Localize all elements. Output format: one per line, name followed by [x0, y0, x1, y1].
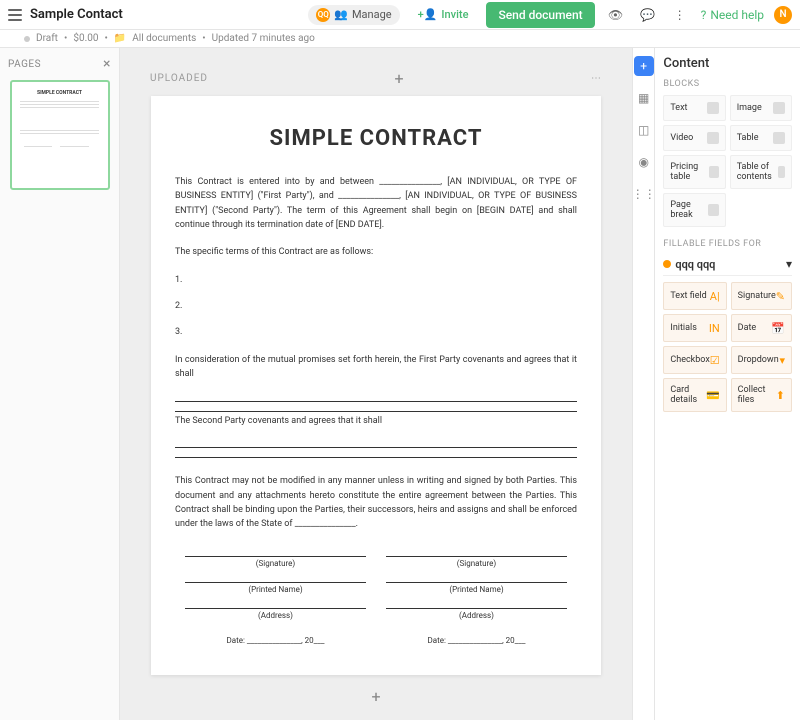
block-pagebreak[interactable]: Page break — [663, 193, 725, 227]
term-1: 1. — [175, 275, 577, 285]
field-dropdown[interactable]: Dropdown▾ — [731, 346, 792, 374]
manage-button[interactable]: QQ 👥 Manage — [308, 5, 399, 25]
apps-icon[interactable]: ⋮⋮ — [634, 184, 654, 204]
user-select[interactable]: qqq qqq ▾ — [663, 253, 792, 276]
menu-icon[interactable] — [8, 9, 22, 21]
send-button[interactable]: Send document — [486, 2, 594, 28]
field-card[interactable]: Card details💳 — [663, 378, 726, 412]
blocks-label: BLOCKS — [663, 79, 792, 89]
field-date[interactable]: Date📅 — [731, 314, 792, 342]
add-block-bottom[interactable]: + — [150, 687, 602, 706]
status-dot — [24, 36, 30, 42]
block-text[interactable]: Text — [663, 95, 725, 121]
canvas: UPLOADED + ⋯ SIMPLE CONTRACT This Contra… — [120, 48, 632, 720]
qq-badge: QQ — [316, 8, 330, 22]
field-text[interactable]: Text fieldA| — [663, 282, 726, 310]
add-block-icon[interactable]: + — [389, 68, 409, 88]
block-table[interactable]: Table — [730, 125, 792, 151]
add-content-icon[interactable]: + — [634, 56, 654, 76]
block-image[interactable]: Image — [730, 95, 792, 121]
user-dot — [663, 260, 671, 268]
block-more-icon[interactable]: ⋯ — [591, 73, 602, 84]
contract-title: SIMPLE CONTRACT — [175, 126, 577, 151]
location-text: All documents — [132, 33, 196, 44]
fillable-label: FILLABLE FIELDS FOR — [663, 239, 792, 249]
block-pricing[interactable]: Pricing table — [663, 155, 725, 189]
layout-icon[interactable]: ▦ — [634, 88, 654, 108]
field-checkbox[interactable]: Checkbox☑ — [663, 346, 726, 374]
chevron-down-icon: ▾ — [786, 257, 792, 271]
terms-intro: The specific terms of this Contract are … — [175, 245, 577, 259]
preview-icon[interactable]: 👁 — [605, 4, 627, 26]
field-signature[interactable]: Signature✎ — [731, 282, 792, 310]
pages-panel: PAGES × SIMPLE CONTRACT — [0, 48, 120, 720]
page-thumbnail[interactable]: SIMPLE CONTRACT — [10, 80, 110, 190]
updated-text: Updated 7 minutes ago — [212, 33, 315, 44]
term-2: 2. — [175, 301, 577, 311]
doc-title: Sample Contact — [30, 7, 123, 22]
more-icon[interactable]: ⋮ — [669, 4, 691, 26]
closing-paragraph: This Contract may not be modified in any… — [175, 474, 577, 532]
document-page[interactable]: SIMPLE CONTRACT This Contract is entered… — [151, 96, 601, 675]
close-icon[interactable]: × — [103, 56, 111, 72]
price-text: $0.00 — [73, 33, 98, 44]
invite-button[interactable]: +👤 Invite — [410, 5, 477, 24]
people-icon: 👥 — [334, 8, 348, 21]
intro-paragraph: This Contract is entered into by and bet… — [175, 175, 577, 233]
folder-icon: 📁 — [114, 33, 126, 44]
consideration-paragraph: In consideration of the mutual promises … — [175, 353, 577, 382]
term-3: 3. — [175, 327, 577, 337]
second-party-paragraph: The Second Party covenants and agrees th… — [175, 414, 577, 428]
plus-icon: +👤 — [418, 8, 438, 21]
block-video[interactable]: Video — [663, 125, 725, 151]
status-text: Draft — [36, 33, 58, 44]
help-link[interactable]: ? Need help — [701, 8, 764, 22]
help-icon: ? — [701, 8, 707, 22]
block-toc[interactable]: Table of contents — [730, 155, 792, 189]
field-collect[interactable]: Collect files⬆ — [731, 378, 792, 412]
field-initials[interactable]: InitialsIN — [663, 314, 726, 342]
design-icon[interactable]: ◉ — [634, 152, 654, 172]
avatar[interactable]: N — [774, 6, 792, 24]
uploaded-label: UPLOADED — [150, 73, 208, 84]
pages-label: PAGES — [8, 59, 41, 70]
content-title: Content — [663, 56, 792, 71]
panel-icon[interactable]: ◫ — [634, 120, 654, 140]
comment-icon[interactable]: 💬 — [637, 4, 659, 26]
